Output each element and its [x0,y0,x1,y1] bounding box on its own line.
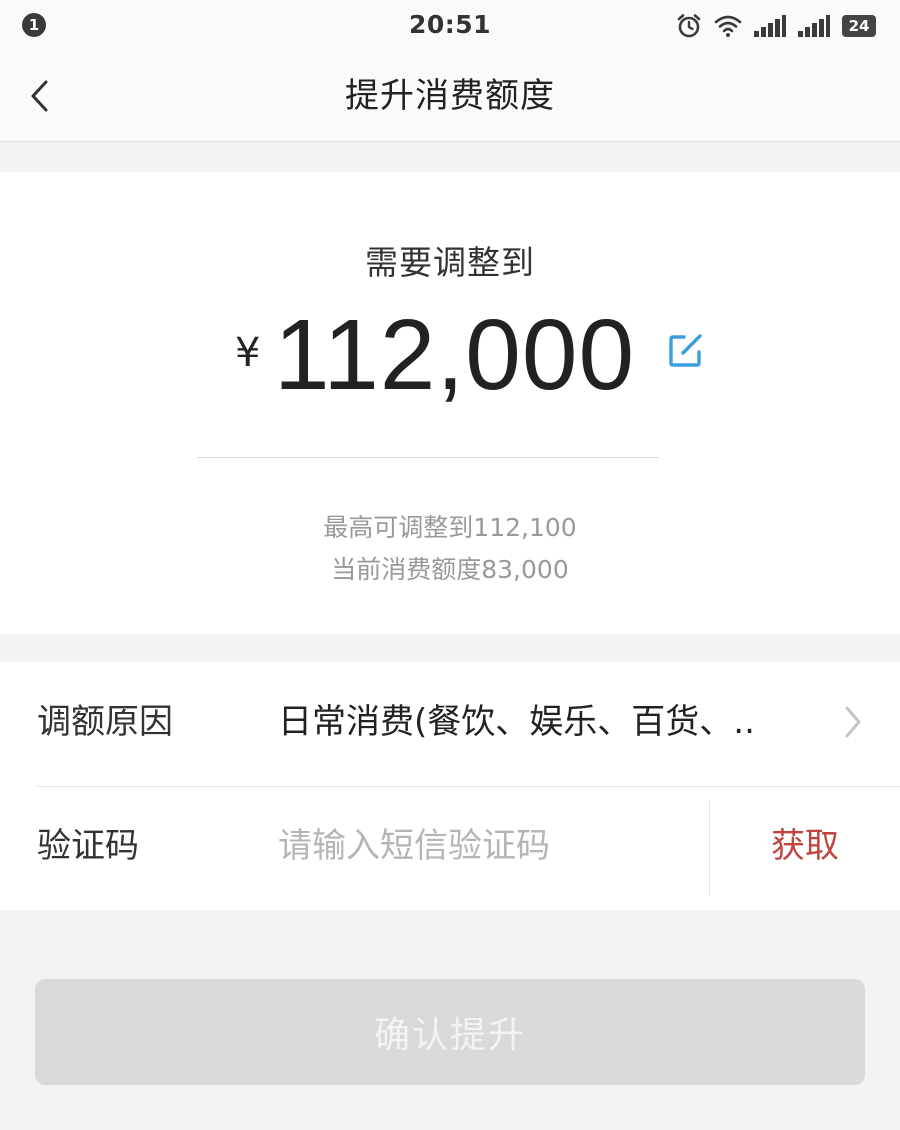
wifi-icon [714,15,742,37]
signal-icon [798,15,830,37]
current-limit-text: 当前消费额度83,000 [331,555,569,584]
max-limit-text: 最高可调整到112,100 [323,513,577,542]
screen: 1 20:51 24 提升消费额度 需要调整到 ¥ 112,000 最高可调整到… [0,0,900,1130]
alarm-icon [677,14,701,38]
reason-row[interactable]: 调额原因 日常消费(餐饮、娱乐、百货、.. [0,662,900,786]
amount-divider [197,457,659,458]
confirm-button[interactable]: 确认提升 [35,979,865,1085]
status-bar: 1 20:51 24 [0,0,900,50]
form-card: 调额原因 日常消费(餐饮、娱乐、百货、.. 验证码 获取 [0,662,900,910]
currency-symbol: ¥ [235,330,261,376]
nav-bar: 提升消费额度 [0,50,900,142]
code-label: 验证码 [37,826,139,866]
reason-label: 调额原因 [37,702,173,742]
status-icons: 24 [676,12,876,40]
signal-icon [754,15,786,37]
page-title: 提升消费额度 [345,76,555,116]
battery-badge: 24 [842,15,876,37]
code-row: 验证码 获取 [0,786,900,910]
amount-value[interactable]: 112,000 [274,300,635,410]
sms-code-input[interactable] [278,786,698,906]
chevron-left-icon [31,80,48,112]
amount-heading: 需要调整到 [365,243,535,282]
reason-value: 日常消费(餐饮、娱乐、百货、.. [278,702,755,742]
get-code-button[interactable]: 获取 [710,786,900,906]
back-button[interactable] [18,72,62,120]
amount-card: 需要调整到 ¥ 112,000 最高可调整到112,100 当前消费额度83,0… [0,172,900,634]
edit-icon[interactable] [667,331,705,369]
chevron-right-icon [845,706,861,738]
